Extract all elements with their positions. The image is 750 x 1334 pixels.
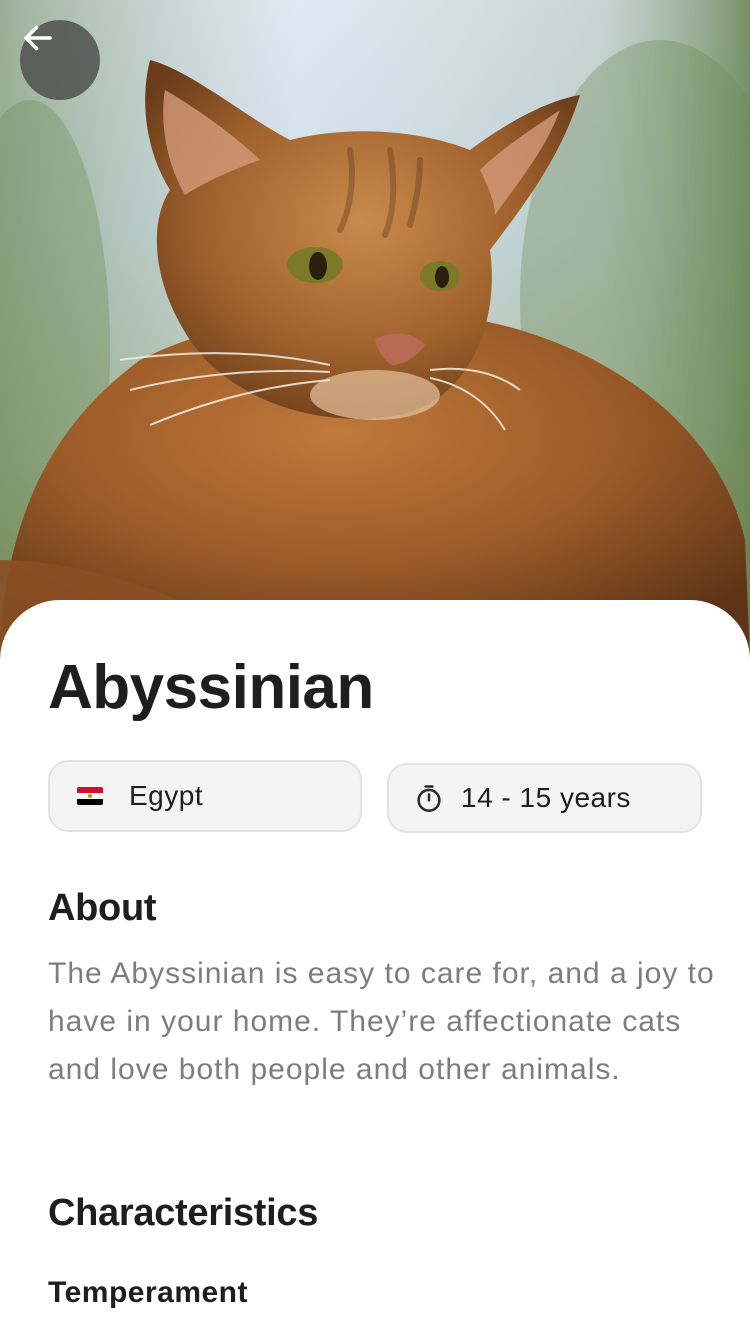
life-span-label: 14 - 15 years: [461, 782, 631, 813]
origin-chip: Egypt: [48, 760, 362, 832]
life-span-chip: 14 - 15 years: [387, 763, 702, 833]
cat-photo: [0, 0, 750, 660]
back-button[interactable]: [20, 20, 100, 100]
characteristics-heading: Characteristics: [48, 1192, 319, 1234]
temperament-label: Temperament: [48, 1276, 249, 1309]
about-heading: About: [48, 887, 157, 929]
about-description: The Abyssinian is easy to care for, and …: [48, 957, 715, 1086]
stopwatch-icon: [415, 783, 443, 813]
egypt-flag-icon: [77, 787, 103, 805]
origin-label: Egypt: [129, 780, 204, 811]
arrow-left-icon: [24, 25, 52, 51]
breed-title: Abyssinian: [48, 653, 374, 722]
details-sheet: Abyssinian Egypt 14 - 15 years About The…: [0, 600, 750, 1334]
hero-image: [0, 0, 750, 660]
